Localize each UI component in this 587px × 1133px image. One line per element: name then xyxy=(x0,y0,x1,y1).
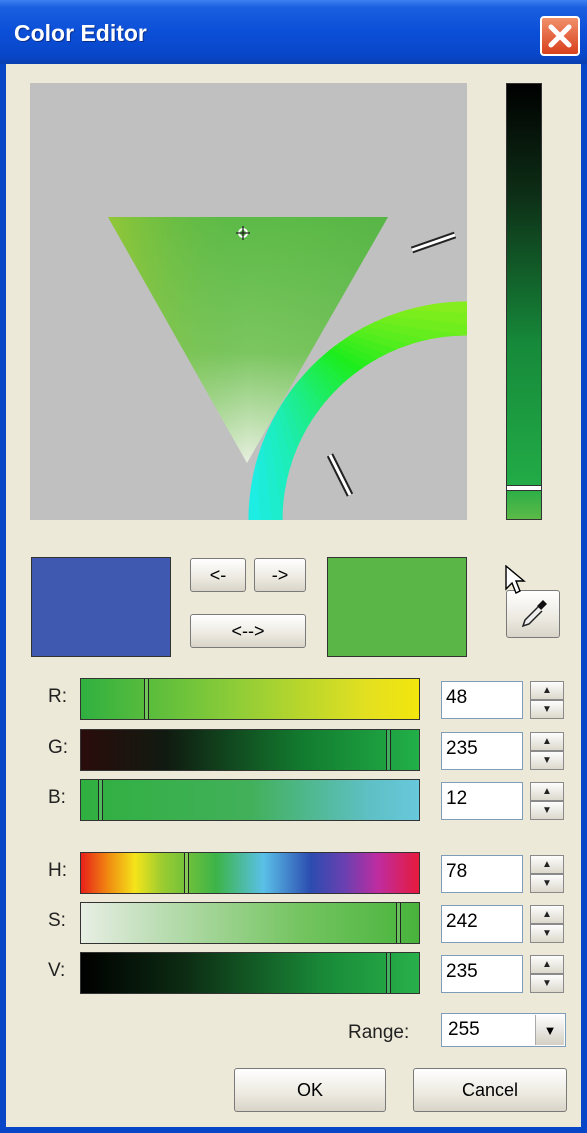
blue-slider-thumb[interactable] xyxy=(98,780,103,820)
green-slider[interactable] xyxy=(80,729,420,771)
saturation-label: S: xyxy=(48,910,66,931)
ok-button[interactable]: OK xyxy=(234,1068,386,1112)
value-slider[interactable] xyxy=(80,952,420,994)
chevron-up-icon[interactable]: ▲ xyxy=(530,905,564,924)
saturation-spinner[interactable]: ▲ ▼ xyxy=(530,905,564,943)
green-label: G: xyxy=(48,737,69,758)
chevron-down-icon[interactable]: ▼ xyxy=(530,700,564,719)
blue-slider[interactable] xyxy=(80,779,420,821)
chevron-down-icon[interactable]: ▼ xyxy=(530,801,564,820)
eyedropper-button[interactable] xyxy=(506,590,560,638)
green-spinner[interactable]: ▲ ▼ xyxy=(530,732,564,770)
saturation-slider-thumb[interactable] xyxy=(396,903,401,943)
hue-marker[interactable] xyxy=(410,231,457,254)
close-button[interactable] xyxy=(540,16,580,56)
value-label: V: xyxy=(48,960,66,981)
copy-left-button[interactable]: <- xyxy=(190,558,246,592)
value-value-field[interactable]: 235 xyxy=(441,955,523,993)
swap-colors-button[interactable]: <--> xyxy=(190,614,306,648)
hue-marker-secondary xyxy=(326,453,354,497)
color-wheel-panel[interactable] xyxy=(30,83,479,532)
saturation-slider[interactable] xyxy=(80,902,420,944)
cancel-button[interactable]: Cancel xyxy=(413,1068,567,1112)
range-label: Range: xyxy=(348,1022,410,1043)
value-strip-marker[interactable] xyxy=(507,485,541,491)
red-spinner[interactable]: ▲ ▼ xyxy=(530,681,564,719)
eyedropper-icon xyxy=(521,600,547,628)
red-slider-thumb[interactable] xyxy=(144,679,149,719)
value-spinner[interactable]: ▲ ▼ xyxy=(530,955,564,993)
blue-label: B: xyxy=(48,787,66,808)
hue-wheel[interactable] xyxy=(30,83,479,532)
chevron-up-icon[interactable]: ▲ xyxy=(530,782,564,801)
old-color-swatch xyxy=(31,557,171,657)
hue-slider-thumb[interactable] xyxy=(184,853,189,893)
chevron-down-icon[interactable]: ▼ xyxy=(530,751,564,770)
value-strip[interactable] xyxy=(506,83,542,520)
range-select[interactable]: 255 ▼ xyxy=(441,1013,566,1047)
copy-right-button[interactable]: -> xyxy=(254,558,306,592)
chevron-up-icon[interactable]: ▲ xyxy=(530,732,564,751)
mouse-cursor-icon xyxy=(505,565,526,594)
chevron-down-icon[interactable]: ▼ xyxy=(530,924,564,943)
blue-value-field[interactable]: 12 xyxy=(441,782,523,820)
red-slider[interactable] xyxy=(80,678,420,720)
chevron-down-icon[interactable]: ▼ xyxy=(535,1015,564,1045)
range-value: 255 xyxy=(448,1019,480,1040)
chevron-up-icon[interactable]: ▲ xyxy=(530,681,564,700)
hue-spinner[interactable]: ▲ ▼ xyxy=(530,855,564,893)
red-value-field[interactable]: 48 xyxy=(441,681,523,719)
close-icon xyxy=(548,24,572,48)
chevron-up-icon[interactable]: ▲ xyxy=(530,855,564,874)
hue-label: H: xyxy=(48,860,67,881)
green-slider-thumb[interactable] xyxy=(386,730,391,770)
title-bar[interactable]: Color Editor xyxy=(0,0,587,64)
value-slider-thumb[interactable] xyxy=(386,953,391,993)
chevron-up-icon[interactable]: ▲ xyxy=(530,955,564,974)
hue-value-field[interactable]: 78 xyxy=(441,855,523,893)
saturation-value-field[interactable]: 242 xyxy=(441,905,523,943)
blue-spinner[interactable]: ▲ ▼ xyxy=(530,782,564,820)
red-label: R: xyxy=(48,686,67,707)
chevron-down-icon[interactable]: ▼ xyxy=(530,974,564,993)
green-value-field[interactable]: 235 xyxy=(441,732,523,770)
new-color-swatch xyxy=(327,557,467,657)
hue-slider[interactable] xyxy=(80,852,420,894)
chevron-down-icon[interactable]: ▼ xyxy=(530,874,564,893)
window-title: Color Editor xyxy=(14,20,147,46)
